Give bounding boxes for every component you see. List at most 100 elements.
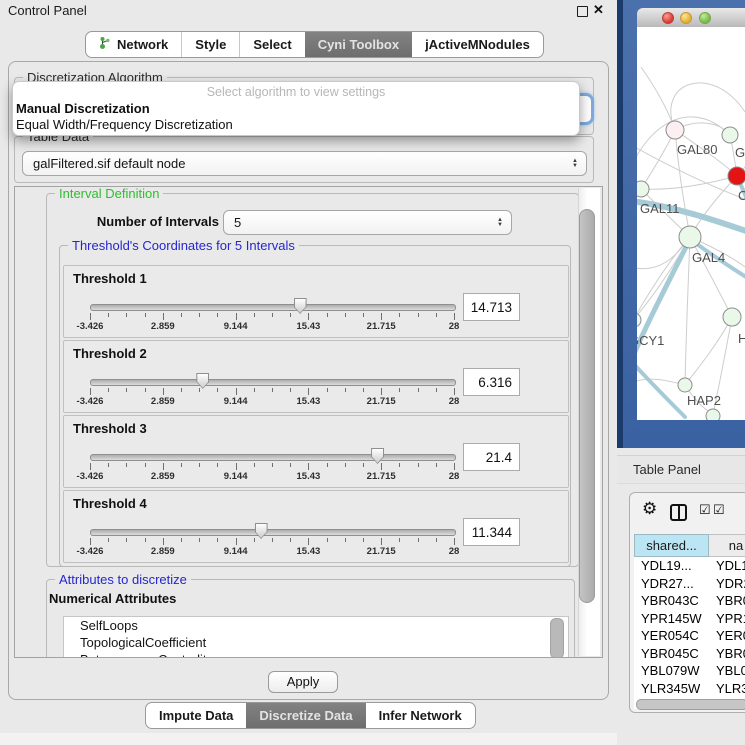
network-node-node-h[interactable] xyxy=(723,308,741,326)
tick-mark xyxy=(217,388,218,392)
tick-mark xyxy=(436,463,437,467)
spinner-arrows-icon[interactable]: ▲▼ xyxy=(497,218,503,228)
tick-mark xyxy=(236,463,237,470)
checkbox-icon[interactable]: ☑ xyxy=(713,502,725,518)
mac-zoom-icon[interactable] xyxy=(699,12,711,24)
attribute-list-item[interactable]: TopologicalCoefficient xyxy=(64,634,568,651)
table-cell: YBL079W xyxy=(634,662,709,680)
tick-mark xyxy=(454,538,455,545)
threshold-value-field[interactable]: 11.344 xyxy=(463,518,520,546)
tick-mark xyxy=(254,463,255,467)
tab-infer-network[interactable]: Infer Network xyxy=(366,703,475,728)
threshold-slider-track[interactable] xyxy=(90,529,456,536)
tick-mark xyxy=(90,538,91,545)
apply-button[interactable]: Apply xyxy=(268,671,338,693)
tick-mark xyxy=(327,538,328,542)
table-cell: YBL0 xyxy=(709,662,745,680)
table-panel-title: Table Panel xyxy=(633,462,701,477)
tick-label: 9.144 xyxy=(224,321,248,332)
network-node-node-top-right[interactable] xyxy=(722,127,738,143)
table-row[interactable]: YPR145WYPR1 xyxy=(634,610,745,628)
mac-minimize-icon[interactable] xyxy=(680,12,692,24)
tick-label: 2.859 xyxy=(151,471,175,482)
network-canvas[interactable]: GAL80GAGAL11CGAL4GCY1HHAP2 xyxy=(637,27,745,420)
tab-network[interactable]: Network xyxy=(86,32,181,57)
control-panel-titlebar: Control Panel ✕ xyxy=(0,0,617,20)
table-row[interactable]: YDR27...YDR2 xyxy=(634,575,745,593)
tick-mark xyxy=(272,538,273,542)
number-of-intervals-spinner[interactable]: 5 ▲▼ xyxy=(223,210,512,235)
attributes-list-scrollbar[interactable] xyxy=(550,618,564,658)
threshold-slider-thumb[interactable] xyxy=(196,373,209,389)
network-node-gal11[interactable] xyxy=(637,181,649,197)
tick-mark xyxy=(145,463,146,467)
popup-item-equal-width-frequency[interactable]: Equal Width/Frequency Discretization xyxy=(16,117,576,133)
checkbox-icon[interactable]: ☑ xyxy=(699,502,711,518)
node-table: shared... na YDL19...YDL1YDR27...YDR2YBR… xyxy=(634,534,745,709)
tab-label: Style xyxy=(195,37,226,52)
network-node-gcy1[interactable] xyxy=(637,313,641,327)
table-row[interactable]: YBR045CYBR0 xyxy=(634,645,745,663)
gear-icon[interactable]: ⚙ xyxy=(642,499,657,519)
tab-style[interactable]: Style xyxy=(181,32,239,57)
column-header-name[interactable]: na xyxy=(709,534,745,557)
network-node-hap2[interactable] xyxy=(678,378,692,392)
network-node-gal80[interactable] xyxy=(666,121,684,139)
table-horizontal-scrollbar[interactable] xyxy=(636,699,745,710)
table-data-combo[interactable]: galFiltered.sif default node ▲▼ xyxy=(22,151,587,176)
tab-jactivemnodules[interactable]: jActiveMNodules xyxy=(412,32,543,57)
table-row[interactable]: YDL19...YDL1 xyxy=(634,557,745,575)
tick-mark xyxy=(327,463,328,467)
threshold-row-4: Threshold 4-3.4262.8599.14415.4321.71528… xyxy=(63,490,569,563)
close-icon[interactable]: ✕ xyxy=(593,2,604,18)
screen: Control Panel ✕ Network Style SelectCyni T… xyxy=(0,0,745,745)
scrollpane-scrollbar-track[interactable] xyxy=(578,188,600,656)
spinner-arrows-icon[interactable]: ▲▼ xyxy=(572,159,578,169)
float-window-icon[interactable] xyxy=(577,6,588,17)
network-node-gal4[interactable] xyxy=(679,226,701,248)
threshold-slider-thumb[interactable] xyxy=(371,448,384,464)
threshold-slider-track[interactable] xyxy=(90,304,456,311)
table-row[interactable]: YLR345WYLR3 xyxy=(634,680,745,698)
tab-select[interactable]: Select xyxy=(239,32,304,57)
tick-label: 2.859 xyxy=(151,321,175,332)
table-row[interactable]: YER054CYER0 xyxy=(634,627,745,645)
table-row[interactable]: YBL079WYBL0 xyxy=(634,662,745,680)
bottom-tab-bar: Impute DataDiscretize DataInfer Network xyxy=(145,702,476,729)
threshold-value-field[interactable]: 6.316 xyxy=(463,368,520,396)
tab-cyni-toolbox[interactable]: Cyni Toolbox xyxy=(305,32,412,57)
threshold-value-field[interactable]: 14.713 xyxy=(463,293,520,321)
tick-mark xyxy=(108,463,109,467)
network-node-node-bottom[interactable] xyxy=(706,409,720,420)
popup-item-manual-discretization[interactable]: Manual Discretization xyxy=(16,101,576,117)
tick-mark xyxy=(126,313,127,317)
tick-mark xyxy=(381,313,382,320)
mac-close-icon[interactable] xyxy=(662,12,674,24)
tab-discretize-data[interactable]: Discretize Data xyxy=(246,703,365,728)
network-node-label: GAL80 xyxy=(677,142,717,157)
scrollpane-scrollbar-thumb[interactable] xyxy=(579,209,595,603)
column-header-shared-name[interactable]: shared... xyxy=(634,534,709,557)
network-edge xyxy=(685,237,690,385)
table-cell: YDR27... xyxy=(634,575,709,593)
tick-label: -3.426 xyxy=(77,546,104,557)
network-node-label: H xyxy=(738,331,745,346)
numerical-attributes-list[interactable]: SelfLoopsTopologicalCoefficientBetweenne… xyxy=(63,616,569,658)
tab-impute-data[interactable]: Impute Data xyxy=(146,703,246,728)
network-node-node-red[interactable] xyxy=(728,167,745,185)
threshold-slider-track[interactable] xyxy=(90,454,456,461)
network-window-titlebar[interactable] xyxy=(637,8,745,28)
attribute-list-item[interactable]: BetweennessCentrality xyxy=(64,651,568,658)
columns-icon[interactable] xyxy=(670,504,687,521)
threshold-value-field[interactable]: 21.4 xyxy=(463,443,520,471)
attribute-list-item[interactable]: SelfLoops xyxy=(64,617,568,634)
threshold-slider-thumb[interactable] xyxy=(255,523,268,539)
tick-mark xyxy=(254,538,255,542)
table-row[interactable]: YBR043CYBR0 xyxy=(634,592,745,610)
tick-label: 2.859 xyxy=(151,396,175,407)
tick-mark xyxy=(163,538,164,545)
tick-mark xyxy=(217,538,218,542)
slider-ticks xyxy=(90,388,454,396)
threshold-slider-track[interactable] xyxy=(90,379,456,386)
threshold-slider-thumb[interactable] xyxy=(294,298,307,314)
